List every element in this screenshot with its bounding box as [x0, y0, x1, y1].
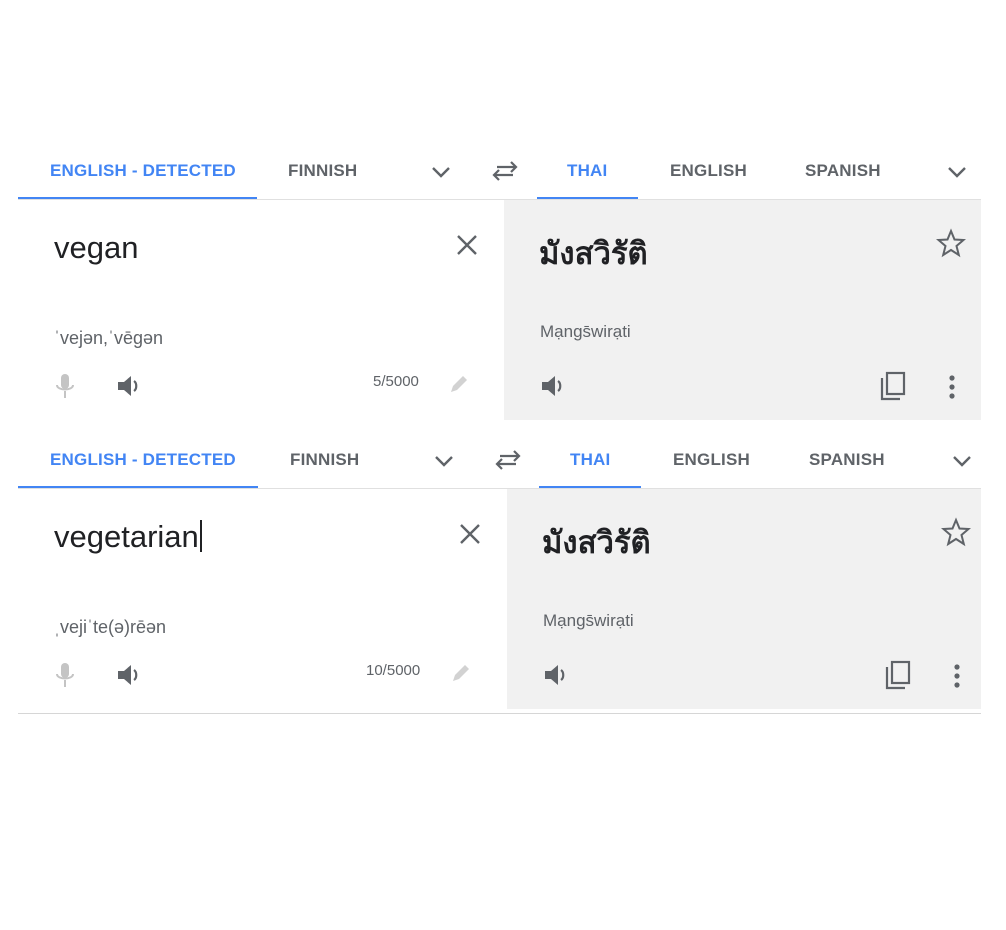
close-icon[interactable] [457, 521, 483, 547]
tab-english[interactable]: ENGLISH [670, 142, 747, 200]
speaker-icon[interactable] [543, 662, 571, 688]
tab-label: ENGLISH - DETECTED [50, 161, 236, 180]
more-vert-icon[interactable] [951, 663, 963, 689]
divider [18, 713, 981, 714]
swap-icon[interactable] [494, 447, 522, 473]
text-caret [199, 520, 202, 552]
tab-label: FINNISH [290, 450, 360, 469]
translate-panel-2: ENGLISH - DETECTED FINNISH THAI ENGLISH … [18, 431, 981, 720]
translation-text: มังสวิรัติ [542, 525, 651, 561]
swap-icon[interactable] [491, 158, 519, 184]
source-pane: vegetarian ˌvejiˈte(ə)rēən 10/5000 [18, 489, 507, 709]
character-count: 10/5000 [366, 662, 421, 679]
tab-label: ENGLISH - DETECTED [50, 450, 236, 469]
tab-finnish[interactable]: FINNISH [290, 431, 359, 489]
tab-label: FINNISH [288, 161, 358, 180]
copy-icon[interactable] [883, 659, 913, 691]
transliteration-text: Mạngs̄wirạti [543, 611, 634, 630]
mic-icon [56, 374, 74, 398]
source-input[interactable]: vegan [54, 230, 138, 266]
tab-english-detected[interactable]: ENGLISH - DETECTED [50, 431, 236, 489]
translate-panel-1: ENGLISH - DETECTED FINNISH THAI ENGLISH … [18, 142, 981, 431]
tab-label: SPANISH [809, 450, 885, 469]
source-text: vegan [54, 230, 139, 265]
tab-label: THAI [570, 450, 611, 469]
more-vert-icon[interactable] [946, 374, 958, 400]
source-input[interactable]: vegetarian [54, 519, 202, 555]
tab-spanish[interactable]: SPANISH [809, 431, 885, 489]
copy-icon[interactable] [878, 370, 908, 402]
star-icon[interactable] [936, 228, 966, 258]
chevron-down-icon[interactable] [429, 160, 453, 184]
tab-label: ENGLISH [670, 161, 747, 180]
target-pane: มังสวิรัติ Mạngs̄wirạti [507, 489, 981, 709]
star-icon[interactable] [941, 517, 971, 547]
source-text: vegetarian [54, 519, 199, 554]
tab-label: THAI [567, 161, 608, 180]
tab-label: ENGLISH [673, 450, 750, 469]
tab-english-detected[interactable]: ENGLISH - DETECTED [50, 142, 236, 200]
translation-text: มังสวิรัติ [539, 236, 648, 272]
phonetic-text: ˈvejən,ˈvēgən [54, 328, 164, 348]
transliteration-text: Mạngs̄wirạti [540, 322, 631, 341]
chevron-down-icon[interactable] [945, 160, 969, 184]
language-tab-bar: ENGLISH - DETECTED FINNISH THAI ENGLISH … [18, 142, 981, 200]
speaker-icon[interactable] [540, 373, 568, 399]
close-icon[interactable] [454, 232, 480, 258]
tab-label: SPANISH [805, 161, 881, 180]
edit-icon[interactable] [448, 373, 470, 395]
speaker-icon[interactable] [116, 373, 144, 399]
chevron-down-icon[interactable] [432, 449, 456, 473]
source-pane: vegan ˈvejən,ˈvēgən 5/5000 [18, 200, 504, 420]
mic-icon [56, 663, 74, 687]
tab-finnish[interactable]: FINNISH [288, 142, 357, 200]
chevron-down-icon[interactable] [950, 449, 974, 473]
tab-english[interactable]: ENGLISH [673, 431, 750, 489]
character-count: 5/5000 [373, 373, 419, 390]
tab-thai[interactable]: THAI [567, 142, 607, 200]
target-pane: มังสวิรัติ Mạngs̄wirạti [504, 200, 981, 420]
tab-thai[interactable]: THAI [570, 431, 610, 489]
phonetic-text: ˌvejiˈte(ə)rēən [54, 617, 167, 637]
language-tab-bar: ENGLISH - DETECTED FINNISH THAI ENGLISH … [18, 431, 981, 489]
speaker-icon[interactable] [116, 662, 144, 688]
tab-spanish[interactable]: SPANISH [805, 142, 881, 200]
edit-icon[interactable] [450, 662, 472, 684]
